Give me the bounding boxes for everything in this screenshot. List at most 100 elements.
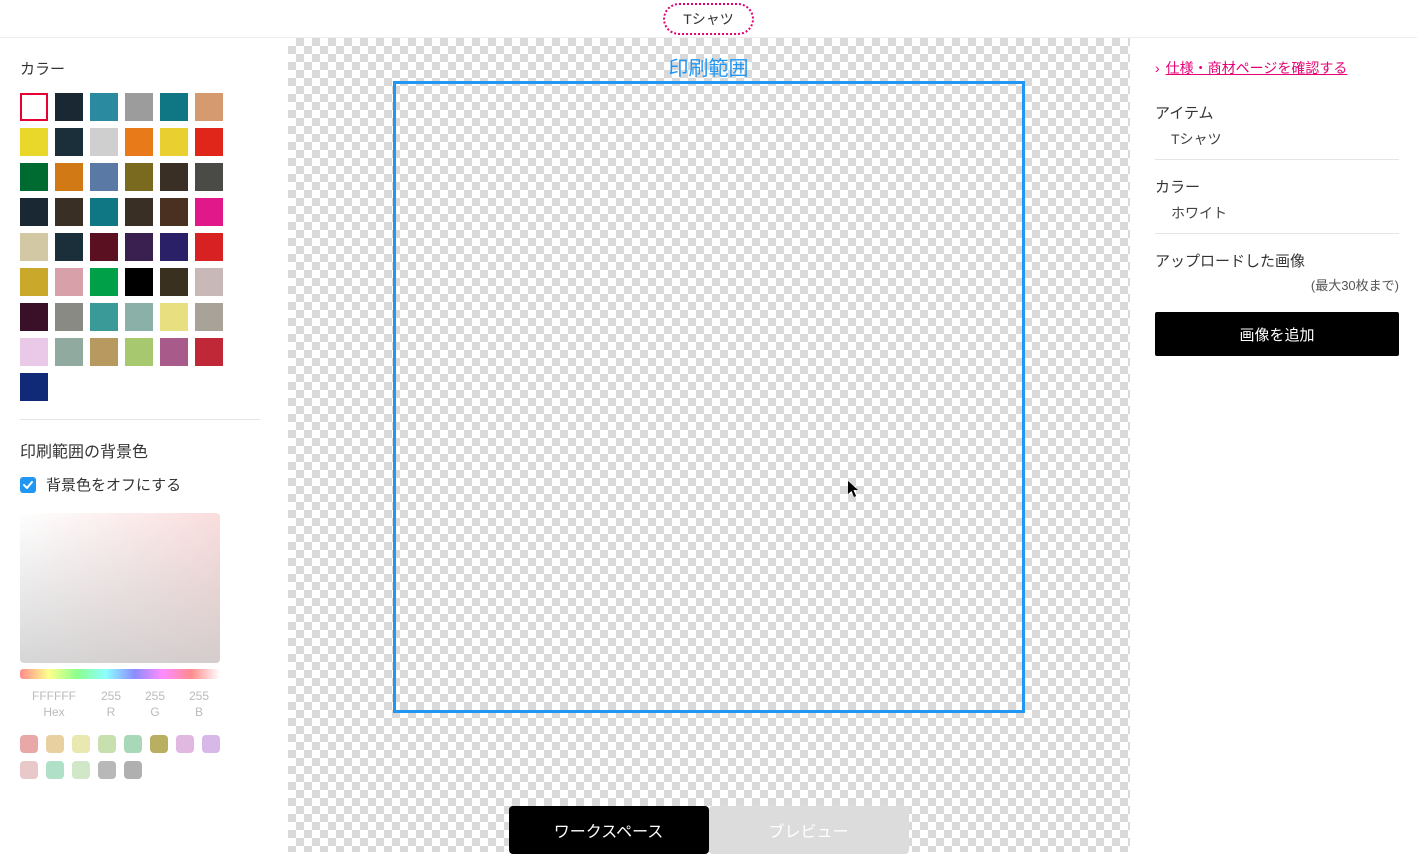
left-sidebar: カラー 印刷範囲の背景色 背景色をオフにする FFFFFF 255 255 25…	[0, 38, 280, 868]
color-swatch[interactable]	[125, 268, 153, 296]
picker-hex-label: Hex	[26, 705, 82, 719]
color-swatch[interactable]	[125, 233, 153, 261]
color-swatch[interactable]	[20, 198, 48, 226]
color-swatch[interactable]	[55, 163, 83, 191]
color-swatch[interactable]	[20, 268, 48, 296]
upload-limit-text: (最大30枚まで)	[1155, 275, 1399, 294]
upload-section-label: アップロードした画像	[1155, 250, 1399, 271]
color-swatch[interactable]	[195, 338, 223, 366]
color-swatch[interactable]	[55, 198, 83, 226]
preset-swatch[interactable]	[72, 761, 90, 779]
picker-g-value: 255	[140, 689, 170, 703]
bg-off-checkbox-label: 背景色をオフにする	[46, 474, 181, 495]
color-swatch-grid	[20, 93, 260, 401]
preset-swatch[interactable]	[176, 735, 194, 753]
color-swatch[interactable]	[195, 198, 223, 226]
color-swatch[interactable]	[20, 373, 48, 401]
preset-swatch[interactable]	[46, 761, 64, 779]
color-swatch[interactable]	[195, 128, 223, 156]
color-swatch[interactable]	[90, 163, 118, 191]
color-picker-saturation[interactable]	[20, 513, 220, 663]
color-swatch[interactable]	[125, 303, 153, 331]
bg-off-checkbox[interactable]	[20, 477, 36, 493]
picker-b-label: B	[184, 705, 214, 719]
color-value: ホワイト	[1171, 203, 1399, 223]
color-swatch[interactable]	[90, 338, 118, 366]
item-value: Tシャツ	[1171, 129, 1399, 149]
preset-swatch[interactable]	[20, 761, 38, 779]
color-swatch[interactable]	[55, 268, 83, 296]
color-swatch[interactable]	[55, 233, 83, 261]
color-swatch[interactable]	[195, 163, 223, 191]
item-label: アイテム	[1155, 102, 1399, 123]
color-swatch[interactable]	[90, 303, 118, 331]
spec-link-text: 仕様・商材ページを確認する	[1166, 58, 1348, 78]
color-swatch[interactable]	[160, 163, 188, 191]
print-area-outline	[393, 81, 1025, 713]
color-swatch[interactable]	[20, 128, 48, 156]
color-swatch[interactable]	[125, 128, 153, 156]
preset-swatch-row-1	[20, 735, 260, 753]
color-swatch[interactable]	[20, 338, 48, 366]
preset-swatch-row-2	[20, 761, 260, 779]
color-swatch[interactable]	[90, 128, 118, 156]
color-swatch[interactable]	[160, 198, 188, 226]
right-panel: › 仕様・商材ページを確認する アイテム Tシャツ カラー ホワイト アップロー…	[1137, 38, 1417, 868]
preview-tab-button[interactable]: ブレビュー	[709, 806, 909, 854]
color-swatch[interactable]	[90, 233, 118, 261]
top-bar: Tシャツ	[0, 0, 1417, 38]
canvas-tab-buttons: ワークスペース ブレビュー	[509, 806, 909, 854]
color-swatch[interactable]	[195, 233, 223, 261]
color-swatch[interactable]	[20, 163, 48, 191]
picker-labels-row: Hex R G B	[20, 705, 260, 719]
sidebar-divider	[20, 419, 260, 420]
color-swatch[interactable]	[160, 233, 188, 261]
color-swatch[interactable]	[160, 128, 188, 156]
preset-swatch[interactable]	[124, 735, 142, 753]
spec-link[interactable]: › 仕様・商材ページを確認する	[1155, 58, 1399, 78]
check-icon	[22, 479, 34, 491]
color-swatch[interactable]	[125, 163, 153, 191]
design-canvas[interactable]: 印刷範囲	[288, 38, 1130, 852]
color-swatch[interactable]	[195, 268, 223, 296]
color-swatch[interactable]	[195, 303, 223, 331]
color-swatch[interactable]	[55, 338, 83, 366]
preset-swatch[interactable]	[72, 735, 90, 753]
color-swatch[interactable]	[90, 268, 118, 296]
color-swatch[interactable]	[55, 303, 83, 331]
top-item-tab[interactable]: Tシャツ	[663, 3, 754, 35]
color-section-label: カラー	[20, 58, 260, 79]
workspace-tab-button[interactable]: ワークスペース	[509, 806, 709, 854]
color-swatch[interactable]	[160, 303, 188, 331]
color-label: カラー	[1155, 176, 1399, 197]
main-container: カラー 印刷範囲の背景色 背景色をオフにする FFFFFF 255 255 25…	[0, 38, 1417, 868]
color-swatch[interactable]	[20, 303, 48, 331]
picker-r-value: 255	[96, 689, 126, 703]
picker-hex-value: FFFFFF	[26, 689, 82, 703]
preset-swatch[interactable]	[46, 735, 64, 753]
color-swatch[interactable]	[160, 93, 188, 121]
bg-off-checkbox-row[interactable]: 背景色をオフにする	[20, 474, 260, 495]
color-swatch[interactable]	[90, 198, 118, 226]
color-swatch[interactable]	[125, 198, 153, 226]
color-swatch[interactable]	[160, 268, 188, 296]
color-swatch[interactable]	[90, 93, 118, 121]
canvas-area: 印刷範囲 ワークスペース ブレビュー	[280, 38, 1137, 868]
preset-swatch[interactable]	[202, 735, 220, 753]
color-picker-hue-slider[interactable]	[20, 669, 220, 679]
preset-swatch[interactable]	[98, 761, 116, 779]
color-swatch[interactable]	[125, 93, 153, 121]
color-swatch[interactable]	[125, 338, 153, 366]
color-swatch[interactable]	[195, 93, 223, 121]
preset-swatch[interactable]	[124, 761, 142, 779]
color-swatch[interactable]	[160, 338, 188, 366]
color-swatch[interactable]	[20, 233, 48, 261]
preset-swatch[interactable]	[150, 735, 168, 753]
picker-g-label: G	[140, 705, 170, 719]
preset-swatch[interactable]	[98, 735, 116, 753]
preset-swatch[interactable]	[20, 735, 38, 753]
color-swatch[interactable]	[20, 93, 48, 121]
color-swatch[interactable]	[55, 93, 83, 121]
add-image-button[interactable]: 画像を追加	[1155, 312, 1399, 356]
color-swatch[interactable]	[55, 128, 83, 156]
